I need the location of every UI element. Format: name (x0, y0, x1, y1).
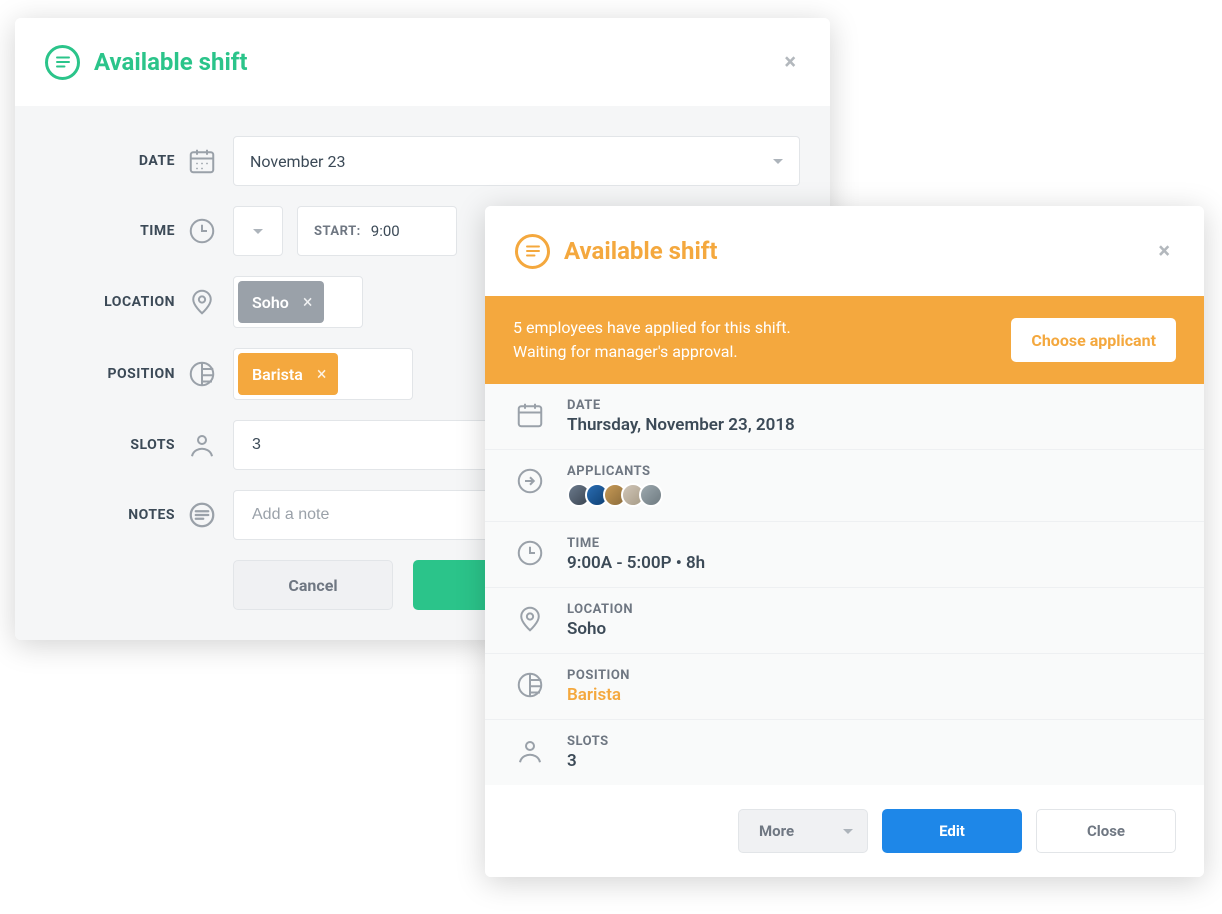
close-button[interactable]: Close (1036, 809, 1176, 853)
chevron-down-icon (253, 229, 263, 234)
chevron-down-icon (843, 829, 853, 834)
edit-label: Edit (939, 822, 965, 840)
remove-tag-icon[interactable]: × (303, 292, 313, 313)
modal-title: Available shift (564, 237, 718, 265)
clock-icon (185, 214, 219, 248)
banner-line2: Waiting for manager's approval. (513, 340, 991, 364)
start-label: START: (314, 224, 361, 239)
applicant-avatars[interactable] (567, 483, 1176, 507)
modal-title: Available shift (94, 48, 248, 76)
calendar-icon (513, 398, 547, 432)
detail-location-value: Soho (567, 619, 1176, 639)
arrow-right-icon (513, 464, 547, 498)
notes-label: NOTES (45, 507, 175, 523)
time-label: TIME (45, 223, 175, 239)
position-tag: Barista × (238, 353, 338, 395)
position-icon (513, 668, 547, 702)
location-tag-label: Soho (252, 293, 289, 312)
detail-time-row: TIME 9:00A - 5:00P • 8h (485, 522, 1204, 588)
detail-actions: More Edit Close (485, 785, 1204, 877)
avatar (639, 483, 663, 507)
detail-date-label: DATE (567, 398, 1176, 413)
choose-applicant-button[interactable]: Choose applicant (1011, 318, 1176, 362)
banner-line1: 5 employees have applied for this shift. (513, 316, 991, 340)
detail-location-row: LOCATION Soho (485, 588, 1204, 654)
detail-slots-value: 3 (567, 751, 1176, 771)
date-label: DATE (45, 153, 175, 169)
logo-icon (515, 234, 550, 269)
chevron-down-icon (773, 159, 783, 164)
approval-banner: 5 employees have applied for this shift.… (485, 296, 1204, 384)
detail-location-label: LOCATION (567, 602, 1176, 617)
notes-icon (185, 498, 219, 532)
detail-applicants-row: APPLICANTS (485, 450, 1204, 522)
person-icon (513, 734, 547, 768)
detail-position-value: Barista (567, 685, 1176, 705)
cancel-label: Cancel (288, 576, 337, 595)
calendar-icon (185, 144, 219, 178)
more-label: More (759, 822, 794, 840)
pin-icon (185, 285, 219, 319)
location-tag: Soho × (238, 281, 324, 323)
edit-button[interactable]: Edit (882, 809, 1022, 853)
detail-date-row: DATE Thursday, November 23, 2018 (485, 384, 1204, 450)
close-icon[interactable]: × (780, 46, 800, 79)
detail-slots-label: SLOTS (567, 734, 1176, 749)
position-icon (185, 357, 219, 391)
close-label: Close (1087, 822, 1125, 840)
detail-time-value: 9:00A - 5:00P • 8h (567, 553, 1176, 573)
location-label: LOCATION (45, 294, 175, 310)
position-tag-label: Barista (252, 365, 303, 384)
location-tag-input[interactable]: Soho × (233, 276, 363, 328)
detail-slots-row: SLOTS 3 (485, 720, 1204, 785)
detail-date-value: Thursday, November 23, 2018 (567, 415, 1176, 435)
date-select[interactable]: November 23 (233, 136, 800, 186)
remove-tag-icon[interactable]: × (317, 364, 327, 385)
detail-time-label: TIME (567, 536, 1176, 551)
person-icon (185, 428, 219, 462)
position-tag-input[interactable]: Barista × (233, 348, 413, 400)
clock-icon (513, 536, 547, 570)
modal-header: Available shift × (485, 206, 1204, 296)
close-icon[interactable]: × (1154, 235, 1174, 268)
banner-text: 5 employees have applied for this shift.… (513, 316, 991, 364)
more-button[interactable]: More (738, 809, 868, 853)
shift-detail-modal: Available shift × 5 employees have appli… (485, 206, 1204, 877)
start-time-input[interactable]: START: 9:00 (297, 206, 457, 256)
logo-icon (45, 45, 80, 80)
slots-label: SLOTS (45, 437, 175, 453)
time-preset-select[interactable] (233, 206, 283, 256)
date-row: DATE November 23 (45, 136, 800, 186)
detail-position-label: POSITION (567, 668, 1176, 683)
modal-header: Available shift × (15, 18, 830, 106)
start-value: 9:00 (371, 222, 400, 240)
detail-position-row: POSITION Barista (485, 654, 1204, 720)
detail-applicants-label: APPLICANTS (567, 464, 1176, 479)
pin-icon (513, 602, 547, 636)
position-label: POSITION (45, 366, 175, 382)
cancel-button[interactable]: Cancel (233, 560, 393, 610)
date-value: November 23 (250, 152, 345, 171)
choose-applicant-label: Choose applicant (1031, 331, 1156, 350)
